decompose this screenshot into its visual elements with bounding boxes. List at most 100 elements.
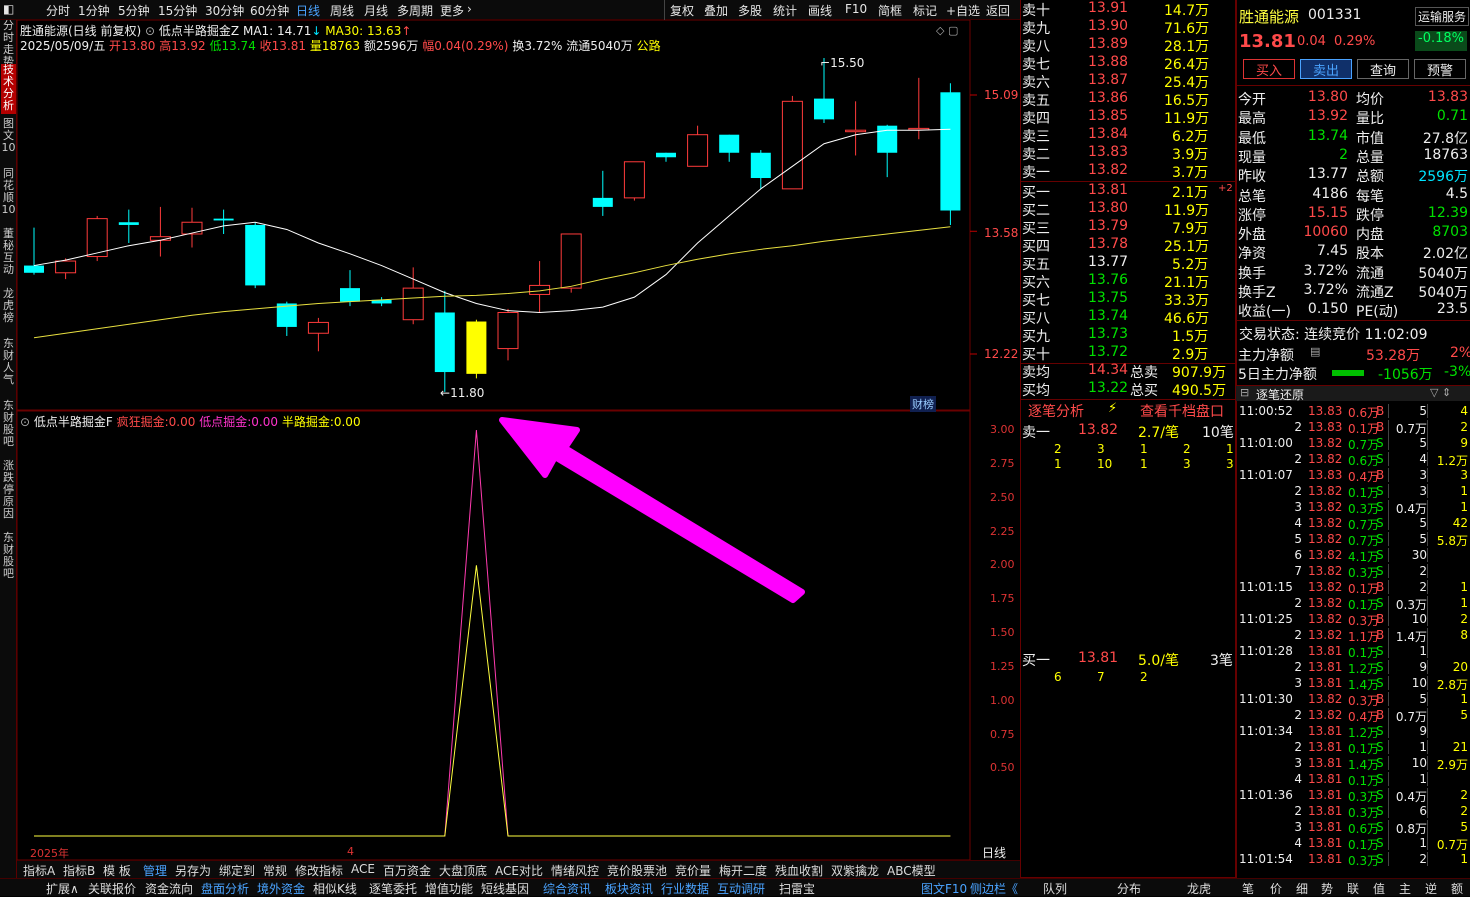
bottom-tab[interactable]: 笔 bbox=[1242, 880, 1254, 897]
sidebar-item[interactable]: 董秘互动 bbox=[1, 228, 16, 284]
indicator-template-tab[interactable]: 指标A bbox=[23, 862, 55, 879]
ask-row[interactable]: 卖二 13.83 3.9万 bbox=[1022, 144, 1235, 163]
indicator-template-tab[interactable]: 模 板 bbox=[103, 862, 131, 879]
sidebar-item[interactable]: 同花顺10 bbox=[1, 168, 16, 224]
ask-row[interactable]: 卖五 13.86 16.5万 bbox=[1022, 90, 1235, 109]
ask-row[interactable]: 卖一 13.82 3.7万 bbox=[1022, 162, 1235, 181]
bid-row[interactable]: 买一 13.81 2.1万 bbox=[1022, 182, 1235, 201]
ask-row[interactable]: 卖八 13.89 28.1万 bbox=[1022, 36, 1235, 55]
bottom-tab[interactable]: 盘面分析 bbox=[201, 880, 249, 897]
toolbar-button[interactable]: 返回 bbox=[986, 2, 1010, 19]
bottom-tab[interactable]: 逐笔委托 bbox=[369, 880, 417, 897]
period-tab-daily[interactable]: 日线 bbox=[296, 2, 320, 19]
bottom-tab[interactable]: 图文F10 bbox=[921, 880, 967, 897]
sidebar-item[interactable]: 东财股吧 bbox=[1, 400, 16, 456]
indicator-dropdown-icon[interactable]: ⊙ bbox=[20, 415, 30, 429]
indicator-template-tab[interactable]: 修改指标 bbox=[295, 862, 343, 879]
bottom-tab[interactable]: 资金流向 bbox=[145, 880, 193, 897]
ask-row[interactable]: 卖九 13.90 71.6万 bbox=[1022, 18, 1235, 37]
period-tab[interactable]: 1分钟 bbox=[78, 2, 110, 19]
indicator-template-tab[interactable]: 指标B bbox=[63, 862, 95, 879]
period-tab[interactable]: 周线 bbox=[330, 2, 354, 19]
bottom-tab[interactable]: 扫雷宝 bbox=[779, 880, 815, 897]
back-icon[interactable]: ◧ bbox=[3, 2, 14, 16]
indicator-template-tab[interactable]: 情绪风控 bbox=[551, 862, 599, 879]
toolbar-button[interactable]: 复权 bbox=[670, 2, 694, 19]
indicator-template-tab[interactable]: 梅开二度 bbox=[719, 862, 767, 879]
toolbar-button[interactable]: F10 bbox=[845, 2, 867, 16]
bottom-tab[interactable]: 侧边栏《 bbox=[970, 880, 1018, 897]
toolbar-button[interactable]: 画线 bbox=[808, 2, 832, 19]
indicator-template-tab[interactable]: 绑定到 bbox=[219, 862, 255, 879]
indicator-template-tab[interactable]: 双紫擒龙 bbox=[831, 862, 879, 879]
ask-row[interactable]: 卖四 13.85 11.9万 bbox=[1022, 108, 1235, 127]
period-tab[interactable]: 多周期 bbox=[397, 2, 433, 19]
indicator-template-tab[interactable]: 管理 bbox=[143, 862, 167, 879]
bid-row[interactable]: 买十 13.72 2.9万 bbox=[1022, 344, 1235, 363]
bid-row[interactable]: 买二 13.80 11.9万 bbox=[1022, 200, 1235, 219]
bottom-tab[interactable]: 主 bbox=[1399, 880, 1411, 897]
caibang-tag[interactable]: 财榜 bbox=[910, 396, 936, 412]
ask-row[interactable]: 卖三 13.84 6.2万 bbox=[1022, 126, 1235, 145]
toolbar-button[interactable]: 简框 bbox=[878, 2, 902, 19]
toolbar-button[interactable]: 叠加 bbox=[704, 2, 728, 19]
bottom-tab[interactable]: 额 bbox=[1451, 880, 1463, 897]
period-tab[interactable]: 分时 bbox=[46, 2, 70, 19]
bid-row[interactable]: 买五 13.77 5.2万 bbox=[1022, 254, 1235, 273]
bid-row[interactable]: 买七 13.75 33.3万 bbox=[1022, 290, 1235, 309]
indicator-template-tab[interactable]: 残血收割 bbox=[775, 862, 823, 879]
bottom-tab[interactable]: 板块资讯 bbox=[605, 880, 653, 897]
zhubi-title[interactable]: 逐笔分析 bbox=[1028, 401, 1084, 421]
indicator-template-tab[interactable]: 竞价股票池 bbox=[607, 862, 667, 879]
indicator-template-tab[interactable]: ABC模型 bbox=[887, 862, 936, 879]
bottom-tab[interactable]: 综合资讯 bbox=[543, 880, 591, 897]
indicator-template-tab[interactable]: ACE对比 bbox=[495, 862, 543, 879]
sidebar-item-active[interactable]: 技术分析 bbox=[1, 64, 16, 114]
sidebar-item[interactable]: 东财股吧 bbox=[1, 532, 16, 588]
bottom-tab[interactable]: 联 bbox=[1347, 880, 1359, 897]
bottom-tab[interactable]: 扩展∧ bbox=[46, 880, 79, 897]
thousand-depth-link[interactable]: 查看千档盘口 bbox=[1140, 401, 1224, 421]
filter-icon[interactable]: ▽ ⇕ bbox=[1430, 386, 1451, 399]
bottom-tab[interactable]: 增值功能 bbox=[425, 880, 473, 897]
list-icon[interactable]: ▤ bbox=[1310, 345, 1320, 358]
bottom-tab[interactable]: 逆 bbox=[1425, 880, 1437, 897]
sidebar-item[interactable]: 图文10 bbox=[1, 118, 16, 162]
indicator-template-tab[interactable]: ACE bbox=[351, 862, 375, 876]
indicator-template-tab[interactable]: 另存为 bbox=[175, 862, 211, 879]
alert-button[interactable]: 预警 bbox=[1414, 59, 1466, 79]
bottom-tab[interactable]: 分布 bbox=[1117, 880, 1141, 897]
ask-row[interactable]: 卖十 13.91 14.7万 bbox=[1022, 0, 1235, 19]
indicator-template-tab[interactable]: 大盘顶底 bbox=[439, 862, 487, 879]
period-more[interactable]: 更多 bbox=[440, 2, 464, 19]
bottom-tab[interactable]: 行业数据 bbox=[661, 880, 709, 897]
toolbar-button[interactable]: 多股 bbox=[738, 2, 762, 19]
buy-button[interactable]: 买入 bbox=[1243, 59, 1295, 79]
toolbar-button[interactable]: 标记 bbox=[913, 2, 937, 19]
bottom-tab[interactable]: 队列 bbox=[1043, 880, 1067, 897]
bottom-tab[interactable]: 境外资金 bbox=[257, 880, 305, 897]
bid-row[interactable]: 买六 13.76 21.1万 bbox=[1022, 272, 1235, 291]
bottom-tab[interactable]: 相似K线 bbox=[313, 880, 357, 897]
indicator-title[interactable]: 低点半路掘金F bbox=[34, 415, 113, 429]
sidebar-item[interactable]: 龙虎榜 bbox=[1, 288, 16, 328]
period-tab[interactable]: 15分钟 bbox=[158, 2, 197, 19]
indicator-template-tab[interactable]: 常规 bbox=[263, 862, 287, 879]
bid-row[interactable]: 买四 13.78 25.1万 bbox=[1022, 236, 1235, 255]
bottom-tab[interactable]: 短线基因 bbox=[481, 880, 529, 897]
bottom-tab[interactable]: 龙虎 bbox=[1187, 880, 1211, 897]
collapse-icon[interactable]: ⊟ bbox=[1240, 386, 1249, 399]
sidebar-item[interactable]: 分时走势 bbox=[1, 20, 16, 68]
period-tab[interactable]: 30分钟 bbox=[205, 2, 244, 19]
query-button[interactable]: 查询 bbox=[1357, 59, 1409, 79]
bottom-tab[interactable]: 关联报价 bbox=[88, 880, 136, 897]
bottom-tab[interactable]: 势 bbox=[1321, 880, 1333, 897]
sell-button[interactable]: 卖出 bbox=[1300, 59, 1352, 79]
ask-row[interactable]: 卖七 13.88 26.4万 bbox=[1022, 54, 1235, 73]
bottom-tab[interactable]: 互动调研 bbox=[717, 880, 765, 897]
indicator-template-tab[interactable]: 百万资金 bbox=[383, 862, 431, 879]
bottom-tab[interactable]: 价 bbox=[1270, 880, 1282, 897]
period-tab[interactable]: 月线 bbox=[364, 2, 388, 19]
bottom-tab[interactable]: 值 bbox=[1373, 880, 1385, 897]
bid-row[interactable]: 买九 13.73 1.5万 bbox=[1022, 326, 1235, 345]
